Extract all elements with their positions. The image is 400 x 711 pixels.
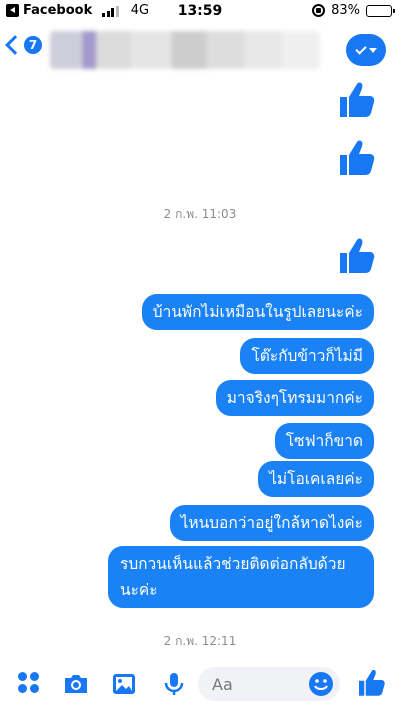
camera-icon[interactable] bbox=[62, 670, 90, 698]
emoji-icon[interactable] bbox=[307, 670, 335, 698]
thumbs-up-icon bbox=[336, 138, 376, 178]
back-button[interactable]: 7 bbox=[5, 35, 42, 55]
thumbs-up-send-icon[interactable] bbox=[356, 668, 386, 698]
battery-icon bbox=[366, 4, 395, 17]
checkmark-icon bbox=[354, 42, 367, 55]
dropdown-caret-icon bbox=[368, 47, 377, 53]
conversation-header: 7 bbox=[0, 26, 400, 76]
message-bubble[interactable]: โซฟาก็ขาด bbox=[274, 423, 374, 459]
composer-bar bbox=[0, 656, 400, 711]
mic-icon[interactable] bbox=[160, 670, 188, 698]
battery-percent: 83% bbox=[331, 3, 360, 18]
message-timestamp: 2 ก.พ. 12:11 bbox=[163, 634, 237, 648]
status-bar-right: 83% bbox=[312, 3, 395, 18]
thumbs-up-icon bbox=[336, 80, 376, 120]
grid-menu-icon[interactable] bbox=[18, 672, 40, 694]
message-bubble[interactable]: มาจริงๆโทรมมากค่ะ bbox=[215, 380, 374, 416]
photo-icon[interactable] bbox=[110, 670, 138, 698]
back-chevron-icon bbox=[5, 35, 25, 55]
contact-name-redacted[interactable] bbox=[50, 31, 320, 69]
rotation-lock-icon bbox=[312, 4, 326, 17]
message-bubble[interactable]: โต๊ะกับข้าวก็ไม่มี bbox=[240, 338, 374, 374]
message-bubble[interactable]: ไม่โอเคเลยค่ะ bbox=[258, 461, 374, 497]
thumbs-up-icon bbox=[336, 236, 376, 276]
message-bubble[interactable]: รบกวนเห็นแล้วช่วยติดต่อกลับด้วยนะค่ะ bbox=[108, 546, 374, 608]
message-bubble[interactable]: บ้านพักไม่เหมือนในรูปเลยนะค่ะ bbox=[141, 294, 374, 330]
unread-count-badge: 7 bbox=[24, 36, 42, 54]
message-timestamp: 2 ก.พ. 11:03 bbox=[163, 207, 237, 221]
status-bar: Facebook 4G 13:59 83% bbox=[0, 0, 400, 24]
message-bubble[interactable]: ไหนบอกว่าอยู่ใกล้หาดไงค่ะ bbox=[169, 505, 374, 541]
conversation-options-button[interactable] bbox=[346, 34, 386, 66]
